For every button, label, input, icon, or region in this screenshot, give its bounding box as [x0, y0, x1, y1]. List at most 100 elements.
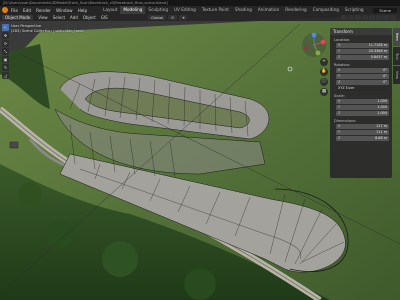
viewport-header: Object Mode View Select Add Object GIS G…	[0, 14, 400, 21]
field-value: 0°	[383, 68, 387, 72]
axis-label: X	[338, 124, 341, 128]
location-label: Location:	[334, 38, 351, 42]
ortho-toggle-icon[interactable]: ▦	[320, 88, 328, 96]
field-value: 0°	[383, 74, 387, 78]
blender-logo-icon[interactable]	[2, 7, 8, 13]
scale-tool-icon[interactable]: ⤡	[2, 48, 9, 55]
pan-icon[interactable]: ✋	[320, 68, 328, 76]
top-menubar: File Edit Render Window Help Layout Mode…	[0, 6, 400, 14]
rendered-shading-icon[interactable]	[390, 15, 396, 20]
axis-label: Y	[338, 130, 341, 134]
tab-layout[interactable]: Layout	[100, 6, 120, 14]
menu-file[interactable]: File	[11, 8, 18, 13]
menu-select[interactable]: Select	[53, 15, 65, 20]
field-value: 0°	[383, 80, 387, 84]
dimensions-y-field[interactable]: Y 111 m	[336, 130, 389, 135]
window-title: [D:\Users\user\Documents\3DModel\Track_S…	[3, 1, 168, 5]
tab-shading[interactable]: Shading	[232, 6, 255, 14]
snap-icon[interactable]: ⌖	[179, 15, 188, 20]
sidebar-tab-view[interactable]: View	[393, 66, 400, 84]
rotation-x-field[interactable]: X 0°	[336, 68, 389, 73]
tree-cluster	[46, 220, 74, 248]
wireframe-shading-icon[interactable]	[369, 15, 375, 20]
menu-window[interactable]: Window	[56, 8, 73, 13]
dimensions-x-field[interactable]: X 117 m	[336, 124, 389, 129]
axis-label: Y	[338, 105, 341, 109]
navigation-gizmo-icon[interactable]	[300, 31, 328, 59]
scale-label: Scale:	[334, 94, 345, 98]
select-tool-icon[interactable]: ↖	[2, 24, 9, 31]
scale-y-field[interactable]: Y 1.000	[336, 105, 389, 110]
axis-label: Y	[338, 74, 341, 78]
rotation-y-field[interactable]: Y 0°	[336, 74, 389, 79]
axis-label: X	[338, 43, 341, 47]
menu-render[interactable]: Render	[36, 8, 51, 13]
pivot-icon[interactable]: ⊙	[168, 15, 178, 20]
solid-shading-icon[interactable]	[376, 15, 382, 20]
overlay-toggle-icon[interactable]	[355, 15, 361, 20]
mode-selector[interactable]: Object Mode	[2, 15, 34, 20]
axis-label: Z	[338, 136, 341, 140]
axis-label: X	[338, 99, 341, 103]
rotation-mode-select[interactable]: XYZ Euler	[336, 86, 389, 91]
tab-scripting[interactable]: Scripting	[342, 6, 367, 14]
sidebar-transform-panel: Transform Location: X 11.7158 m Y 24.3366 …	[330, 28, 392, 178]
transform-tools: Global ⊙ ⌖	[148, 15, 189, 20]
location-y-field[interactable]: Y 24.3366 m	[336, 49, 389, 54]
rotation-z-field[interactable]: Z 0°	[336, 80, 389, 85]
move-tool-icon[interactable]: ✥	[2, 32, 9, 39]
visibility-icon[interactable]	[341, 15, 347, 20]
sidebar-tab-tool[interactable]: Tool	[393, 47, 400, 65]
panel-header-transform[interactable]: Transform	[330, 28, 392, 35]
sidebar-tabs: Item Tool View	[393, 28, 400, 85]
menu-help[interactable]: Help	[78, 8, 88, 13]
annotate-tool-icon[interactable]: ✎	[2, 64, 9, 71]
tree-cluster	[102, 241, 138, 277]
tab-sculpting[interactable]: Sculpting	[145, 6, 171, 14]
field-value: 1.000	[377, 99, 387, 103]
camera-view-icon[interactable]: 🎥	[320, 78, 328, 86]
xray-icon[interactable]	[362, 15, 368, 20]
field-value: 111 m	[376, 130, 387, 134]
view-perspective-label: User Perspective	[11, 24, 42, 28]
tab-modeling[interactable]: Modeling	[120, 6, 146, 14]
active-collection-label: (283) Scene Collection | sketchfab_track	[11, 29, 84, 33]
field-value: 1.000	[377, 105, 387, 109]
axis-label: Y	[338, 49, 341, 53]
3d-viewport[interactable]: Object Mode View Select Add Object GIS G…	[0, 14, 400, 300]
axis-label: Z	[338, 55, 341, 59]
shading-tools	[340, 15, 396, 20]
tab-animation[interactable]: Animation	[255, 6, 282, 14]
dimensions-z-field[interactable]: Z 8.88 m	[336, 136, 389, 141]
location-x-field[interactable]: X 11.7158 m	[336, 43, 389, 48]
scene-selector[interactable]: Scene	[373, 7, 397, 13]
tab-compositing[interactable]: Compositing	[310, 6, 342, 14]
field-value: 1.000	[377, 111, 387, 115]
tab-rendering[interactable]: Rendering	[282, 6, 309, 14]
rotate-tool-icon[interactable]: ⟳	[2, 40, 9, 47]
scale-z-field[interactable]: Z 1.000	[336, 111, 389, 116]
tab-texture-paint[interactable]: Texture Paint	[199, 6, 232, 14]
field-value: 0.8437 m	[370, 55, 387, 59]
location-z-field[interactable]: Z 0.8437 m	[336, 55, 389, 60]
gizmo-toggle-icon[interactable]	[348, 15, 354, 20]
sidebar-tab-item[interactable]: Item	[393, 28, 400, 46]
menu-edit[interactable]: Edit	[23, 8, 31, 13]
material-shading-icon[interactable]	[383, 15, 389, 20]
transform-tool-icon[interactable]: ▣	[2, 56, 9, 63]
menu-view[interactable]: View	[38, 15, 48, 20]
field-value: 11.7158 m	[368, 43, 387, 47]
menu-gis[interactable]: GIS	[101, 15, 108, 20]
tab-uv-editing[interactable]: UV Editing	[171, 6, 199, 14]
orientation-selector[interactable]: Global	[148, 15, 167, 20]
axis-label: Z	[338, 80, 341, 84]
rotation-label: Rotation:	[334, 63, 351, 67]
zoom-icon[interactable]: +	[320, 58, 328, 66]
axis-label: X	[338, 68, 341, 72]
field-value: 8.88 m	[375, 136, 387, 140]
menu-add[interactable]: Add	[70, 15, 78, 20]
menu-object[interactable]: Object	[83, 15, 96, 20]
measure-tool-icon[interactable]: ◿	[2, 72, 9, 79]
tree-cluster	[18, 182, 42, 206]
scale-x-field[interactable]: X 1.000	[336, 99, 389, 104]
